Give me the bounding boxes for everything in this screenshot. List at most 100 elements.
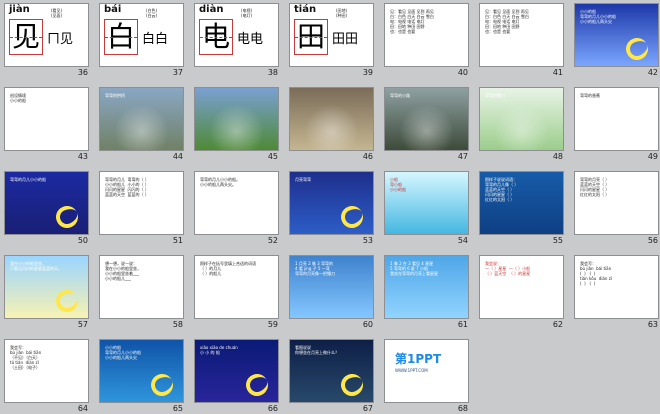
slide-number: 56	[647, 236, 658, 245]
slide-note: (电视) (电灯)	[241, 8, 253, 18]
slide-thumbnail[interactable]: 创设情境 小小的船	[4, 87, 89, 151]
slide-thumbnail[interactable]: 看图说说 你想坐在月亮上做什么？	[289, 339, 374, 403]
slide-thumbnail[interactable]: 我会写： bù jiàn bái tiān ( ) ( ) tián kǒu d…	[574, 255, 659, 319]
slide-thumbnail[interactable]: 照样子说说词语： 弯弯的月儿像（ ） 蓝蓝的天空（ ） 闪闪的星星（ ） 红红的…	[479, 171, 564, 235]
slide-thumbnail-cell[interactable]: 我在小小的船里坐， 只看见闪闪的星星蓝蓝的天。 57	[0, 252, 92, 334]
slide-thumbnail-cell[interactable]: jiàn 见 (看见) (见面) ㄇ见 36	[0, 0, 92, 82]
slide-thumbnail-cell[interactable]: diàn 电 (电视) (电灯) 电电 38	[190, 0, 282, 82]
slide-thumbnail[interactable]: 第1PPT WWW.1PPT.COM	[384, 339, 469, 403]
character-box: 田	[294, 19, 328, 55]
moon-icon	[242, 370, 272, 400]
slide-thumbnail[interactable]: 见：看见 见面 见到 再见 白：白色 白天 白云 雪白 电：电视 电话 电灯 田…	[384, 3, 469, 67]
slide-pinyin: bái	[104, 4, 122, 15]
slide-thumbnail-cell[interactable]: 我会写： bù jiàn bái tiān ( ) ( ) tián kǒu d…	[570, 252, 660, 334]
slide-thumbnail-cell[interactable]: 45	[190, 84, 282, 166]
slide-number: 59	[267, 320, 278, 329]
slide-number: 54	[457, 236, 468, 245]
slide-thumbnail[interactable]: 照样子在括号里填上合适的词语 （ ）的月儿 （ ）的船儿	[194, 255, 279, 319]
slide-thumbnail-cell[interactable]: 第1PPT WWW.1PPT.COM 68	[380, 336, 472, 414]
slide-thumbnail-cell[interactable]: 弯弯的拱桥44	[95, 84, 187, 166]
slide-thumbnail-cell[interactable]: 1 像 2 在 3 看见 4 星星 5 弯弯的 6 星 7 小船 我坐在弯弯的月…	[380, 252, 472, 334]
slide-thumbnail-cell[interactable]: 月亮弯弯 53	[285, 168, 377, 250]
slide-number: 42	[647, 68, 658, 77]
slide-text: 看图说说 你想坐在月亮上做什么？	[295, 345, 339, 355]
slide-number: 64	[77, 404, 88, 413]
slide-thumbnail-cell[interactable]: 1 月亮 2 像 3 弯弯的 4 看 jing 子 5 一弯 弯弯的月亮像一把镰…	[285, 252, 377, 334]
slide-thumbnail-cell[interactable]: tián 田 (田地) (种田) 田田 39	[285, 0, 377, 82]
slide-thumbnail-cell[interactable]: 小小的船 弯弯的月儿小小的船 小小的船儿两头尖 65	[95, 336, 187, 414]
slide-thumbnail-cell[interactable]: 创设情境 小小的船 43	[0, 84, 92, 166]
slide-thumbnail[interactable]: diàn 电 (电视) (电灯) 电电	[194, 3, 279, 67]
slide-thumbnail[interactable]: 我在小小的船里坐， 只看见闪闪的星星蓝蓝的天。	[4, 255, 89, 319]
slide-number: 62	[552, 320, 563, 329]
slide-thumbnail[interactable]: 弯弯的香蕉	[574, 87, 659, 151]
slide-thumbnail-cell[interactable]: 见：看见 见面 见到 再见 白：白色 白天 白云 雪白 电：电视 电话 电灯 田…	[475, 0, 567, 82]
slide-thumbnail-cell[interactable]: 弯弯的月儿小小的船。 小小的船儿两头尖。 52	[190, 168, 282, 250]
slide-photo	[385, 88, 468, 150]
slide-thumbnail[interactable]: 弯弯的小路	[384, 87, 469, 151]
slide-pinyin: jiàn	[9, 4, 30, 15]
moon-icon	[622, 34, 652, 64]
slide-thumbnail-cell[interactable]: 弯弯的镰刀48	[475, 84, 567, 166]
slide-thumbnail[interactable]: 见：看见 见面 见到 再见 白：白色 白天 白云 雪白 电：电视 电话 电灯 田…	[479, 3, 564, 67]
slide-thumbnail[interactable]	[289, 87, 374, 151]
slide-number: 60	[362, 320, 373, 329]
slide-text: 我在小小的船里坐， 只看见闪闪的星星蓝蓝的天。	[10, 261, 62, 271]
slide-thumbnail[interactable]: bái 白 (白色) (白云) 白白	[99, 3, 184, 67]
slide-text: xiǎo xiǎo de chuán 小 小 的 船	[200, 345, 238, 355]
slide-extra-chars: 电电	[237, 32, 264, 47]
slide-thumbnail-cell[interactable]: 照样子在括号里填上合适的词语 （ ）的月儿 （ ）的船儿 59	[190, 252, 282, 334]
slide-number: 61	[457, 320, 468, 329]
slide-thumbnail-cell[interactable]: 小船 弯小船 小小的船 54	[380, 168, 472, 250]
slide-character: 见	[11, 20, 40, 53]
slide-thumbnail[interactable]: 小小的船 弯弯的月儿小小的船 小小的船儿两头尖	[99, 339, 184, 403]
slide-thumbnail-cell[interactable]: 照样子说说词语： 弯弯的月儿像（ ） 蓝蓝的天空（ ） 闪闪的星星（ ） 红红的…	[475, 168, 567, 250]
slide-thumbnail[interactable]: 弯弯的拱桥	[99, 87, 184, 151]
slide-thumbnail[interactable]: xiǎo xiǎo de chuán 小 小 的 船	[194, 339, 279, 403]
slide-thumbnail-cell[interactable]: 我会写： bù jiàn bái tiān （不见）（白天） tǔ tián d…	[0, 336, 92, 414]
slide-thumbnail-cell[interactable]: 弯弯的月儿小小的船 50	[0, 168, 92, 250]
slide-thumbnail[interactable]: 弯弯的月亮（ ） 蓝蓝的天空（ ） 闪闪的星星（ ） 红红的太阳（ ）	[574, 171, 659, 235]
slide-text: 月亮弯弯	[295, 177, 311, 182]
slide-thumbnail-cell[interactable]: 弯弯的月亮（ ） 蓝蓝的天空（ ） 闪闪的星星（ ） 红红的太阳（ ） 56	[570, 168, 660, 250]
slide-text: 小小的船 弯弯的月儿小小的船 小小的船儿两头尖	[105, 345, 141, 360]
slide-thumbnail[interactable]: 弯弯的月儿小小的船	[4, 171, 89, 235]
slide-photo	[290, 88, 373, 150]
slide-thumbnail-cell[interactable]: 弯弯的月儿 弯弯的（ ） 小小的船儿 小小的（ ） 闪闪的星星 闪闪的（ ） 蓝…	[95, 168, 187, 250]
slide-number: 63	[647, 320, 658, 329]
slide-thumbnail-cell[interactable]: xiǎo xiǎo de chuán 小 小 的 船 66	[190, 336, 282, 414]
slide-thumbnail-cell[interactable]: 弯弯的小路47	[380, 84, 472, 166]
slide-thumbnail-cell[interactable]: 我会说： 一（ ）星星 一（ ）小船 （ ）蓝天空 （ ）的星星 62	[475, 252, 567, 334]
slide-thumbnail-cell[interactable]: 见：看见 见面 见到 再见 白：白色 白天 白云 雪白 电：电视 电话 电灯 田…	[380, 0, 472, 82]
slide-thumbnail[interactable]: 弯弯的月儿 弯弯的（ ） 小小的船儿 小小的（ ） 闪闪的星星 闪闪的（ ） 蓝…	[99, 171, 184, 235]
slide-thumbnail[interactable]: jiàn 见 (看见) (见面) ㄇ见	[4, 3, 89, 67]
slide-thumbnail[interactable]: 我会写： bù jiàn bái tiān （不见）（白天） tǔ tián d…	[4, 339, 89, 403]
slide-text: 小船 弯小船 小小的船	[390, 177, 406, 192]
slide-number: 46	[362, 152, 373, 161]
slide-thumbnail[interactable]: 弯弯的月儿小小的船。 小小的船儿两头尖。	[194, 171, 279, 235]
slide-thumbnail[interactable]: tián 田 (田地) (种田) 田田	[289, 3, 374, 67]
slide-thumbnail-cell[interactable]: 想一想，说一说： 我在小小的船里坐， 小小的船里坐着___ 小小的船儿___ 58	[95, 252, 187, 334]
slide-number: 40	[457, 68, 468, 77]
slide-thumbnail-cell[interactable]: 看图说说 你想坐在月亮上做什么？ 67	[285, 336, 377, 414]
slide-thumbnail-cell[interactable]: 46	[285, 84, 377, 166]
moon-icon	[52, 286, 82, 316]
slide-number: 44	[172, 152, 183, 161]
slide-thumbnail[interactable]: 月亮弯弯	[289, 171, 374, 235]
slide-pinyin: tián	[294, 4, 317, 15]
slide-thumbnail[interactable]: 小船 弯小船 小小的船	[384, 171, 469, 235]
slide-number: 52	[267, 236, 278, 245]
slide-thumbnail-cell[interactable]: bái 白 (白色) (白云) 白白 37	[95, 0, 187, 82]
slide-thumbnail[interactable]: 小小的船 弯弯的月儿小小的船 小小的船儿两头尖	[574, 3, 659, 67]
slide-number: 41	[552, 68, 563, 77]
moon-icon	[52, 202, 82, 232]
slide-thumbnail-cell[interactable]: 小小的船 弯弯的月儿小小的船 小小的船儿两头尖 42	[570, 0, 660, 82]
slide-thumbnail[interactable]: 1 像 2 在 3 看见 4 星星 5 弯弯的 6 星 7 小船 我坐在弯弯的月…	[384, 255, 469, 319]
slide-thumbnail[interactable]: 想一想，说一说： 我在小小的船里坐， 小小的船里坐着___ 小小的船儿___	[99, 255, 184, 319]
slide-thumbnail[interactable]	[194, 87, 279, 151]
slide-thumbnail[interactable]: 弯弯的镰刀	[479, 87, 564, 151]
slide-thumbnail[interactable]: 我会说： 一（ ）星星 一（ ）小船 （ ）蓝天空 （ ）的星星	[479, 255, 564, 319]
slide-thumbnail[interactable]: 1 月亮 2 像 3 弯弯的 4 看 jing 子 5 一弯 弯弯的月亮像一把镰…	[289, 255, 374, 319]
slide-number: 58	[172, 320, 183, 329]
slide-thumbnail-cell[interactable]: 弯弯的香蕉49	[570, 84, 660, 166]
